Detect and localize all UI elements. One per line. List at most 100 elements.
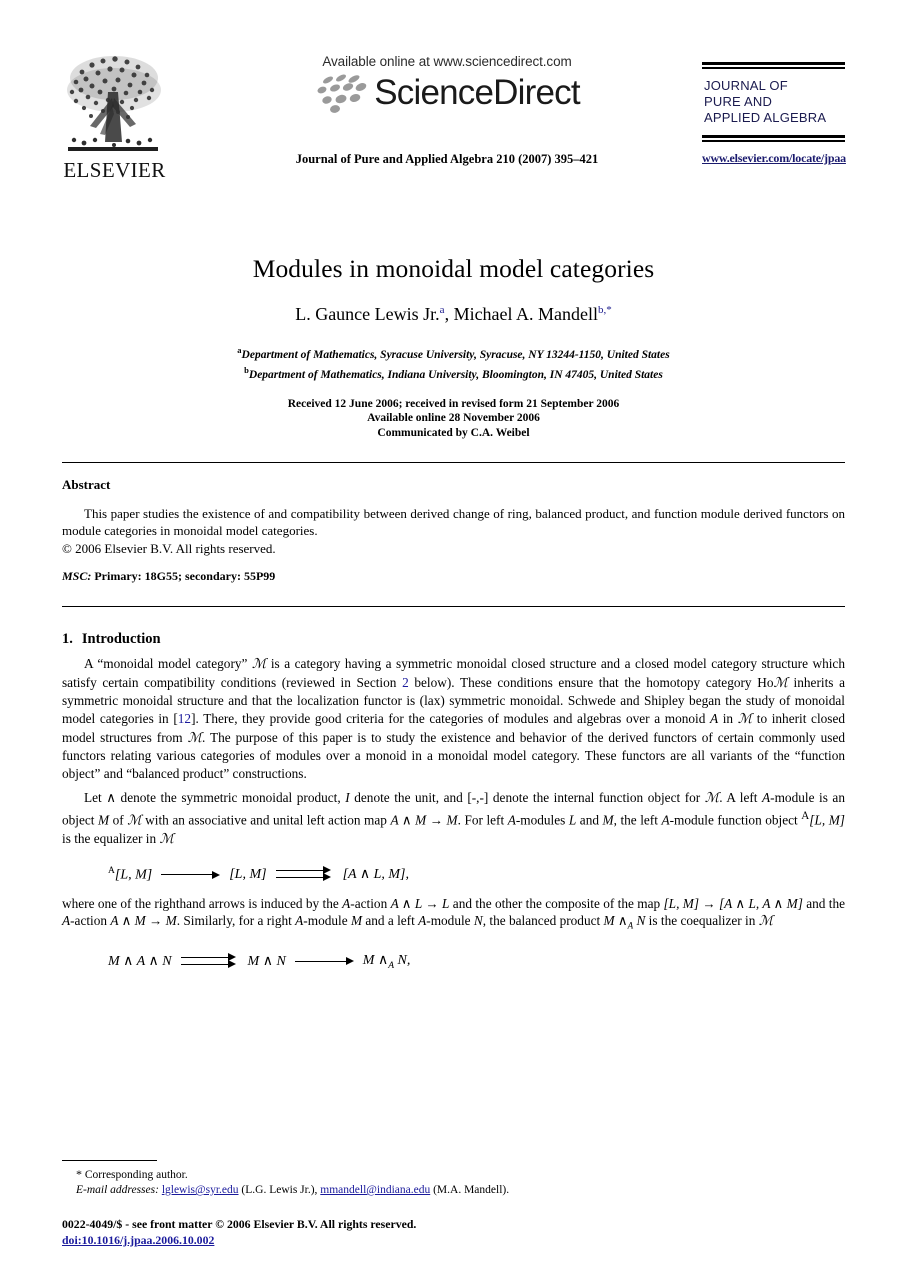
display-equation-1: A[L, M] [L, M] [A ∧ L, M],	[62, 862, 845, 888]
citation-link-12[interactable]: 12	[178, 711, 191, 726]
author-list: L. Gaunce Lewis Jr.a, Michael A. Mandell…	[62, 304, 845, 325]
corresponding-author-text: Corresponding author.	[84, 1169, 188, 1181]
symbol-script-m: ℳ	[737, 710, 753, 727]
affiliation-2: bDepartment of Mathematics, Indiana Univ…	[62, 363, 845, 383]
inline-map-lm: [L, M] → [A ∧ L, A ∧ M]	[663, 895, 803, 911]
affiliation-1: aDepartment of Mathematics, Syracuse Uni…	[62, 343, 845, 363]
journal-name-line-3: APPLIED ALGEBRA	[704, 110, 827, 125]
communicated-by: Communicated by C.A. Weibel	[377, 426, 530, 439]
symbol-italic-a: A	[709, 710, 719, 726]
paragraph-1: A “monoidal model category” ℳ is a categ…	[62, 655, 845, 782]
balanced-main: M ∧	[603, 913, 628, 929]
symbol-script-m: ℳ	[187, 729, 203, 746]
display-equation-2: M ∧ A ∧ N M ∧ N M ∧A N,	[62, 948, 845, 974]
paragraph-3: where one of the righthand arrows is ind…	[62, 895, 845, 936]
symbol-italic-m: M	[602, 812, 614, 828]
available-online-text: Available online at www.sciencedirect.co…	[322, 54, 572, 69]
eq2-term-3: M ∧A N,	[363, 952, 411, 971]
p2-seg-g: . For left	[457, 812, 508, 828]
elsevier-logo: ELSEVIER	[62, 48, 167, 183]
p3-seg-k: is the coequalizer in	[645, 913, 759, 929]
section-reference-link[interactable]: 2	[402, 675, 409, 690]
p2-seg-i: and	[576, 812, 603, 828]
p3-seg-f: . Similarly, for a right	[176, 913, 296, 929]
p3-seg-c: and the other the composite of the map	[449, 895, 664, 911]
elsevier-wordmark: ELSEVIER	[63, 158, 166, 182]
eq1-term-1-sup: A	[108, 865, 115, 876]
email-label: E-mail addresses:	[76, 1184, 159, 1196]
p2-seg-h: -modules	[515, 812, 569, 828]
author-name-1: L. Gaunce Lewis Jr.	[295, 304, 440, 324]
symbol-italic-n: N	[473, 913, 483, 929]
article-page: ELSEVIER Available online at www.science…	[0, 48, 907, 1286]
symbol-italic-m: M	[350, 913, 363, 929]
p1-seg-e: ]. There, they provide good criteria for…	[191, 710, 710, 726]
elsevier-tree-icon	[62, 48, 164, 156]
corresponding-author-note: * Corresponding author.	[62, 1167, 845, 1183]
symbol-italic-a: A	[661, 812, 670, 828]
balanced-tail: N	[633, 913, 646, 929]
issn-copyright-line: 0022-4049/$ - see front matter © 2006 El…	[62, 1217, 417, 1231]
eq1-term-2: [L, M]	[229, 866, 267, 882]
p2-seg-a: Let ∧ denote the symmetric monoidal prod…	[84, 790, 346, 806]
parallel-arrows-icon	[275, 866, 334, 882]
footnote-divider	[62, 1160, 157, 1161]
symbol-italic-a: A	[62, 913, 71, 929]
symbol-script-m: ℳ	[159, 830, 174, 847]
p2-seg-l: is the equalizer in	[62, 830, 160, 846]
journal-title-box: JOURNAL OF PURE AND APPLIED ALGEBRA www.…	[702, 62, 846, 166]
email-owner-2: (M.A. Mandell).	[430, 1184, 510, 1196]
msc-classification: MSC: Primary: 18G55; secondary: 55P99	[62, 569, 845, 584]
paragraph-2: Let ∧ denote the symmetric monoidal prod…	[62, 789, 845, 848]
journal-url-link[interactable]: www.elsevier.com/locate/jpaa	[702, 151, 846, 166]
abstract-divider-bottom	[62, 606, 845, 608]
inline-a-action-al: A ∧ L → L	[390, 895, 450, 911]
p3-seg-h: and a left	[362, 913, 419, 929]
symbol-italic-m: M	[98, 812, 110, 828]
p1-seg-f: in	[718, 710, 738, 726]
section-number: 1.	[62, 631, 73, 648]
p1-seg-a: A “monoidal model category”	[84, 656, 252, 672]
right-arrow-icon	[161, 870, 221, 879]
symbol-script-m: ℳ	[127, 812, 142, 829]
p2-seg-f: with an associative and unital left acti…	[141, 812, 391, 828]
page-header: ELSEVIER Available online at www.science…	[62, 48, 846, 198]
email-link-1[interactable]: lglewis@syr.edu	[162, 1184, 239, 1196]
affiliation-text-a: Department of Mathematics, Syracuse Univ…	[241, 348, 670, 361]
p2-seg-c: . A left	[719, 790, 763, 806]
p3-seg-a: where one of the righthand arrows is ind…	[62, 895, 343, 911]
inline-function-object: [L, M]	[809, 812, 845, 828]
journal-box-top-rule	[702, 62, 845, 69]
available-online-date: Available online 28 November 2006	[367, 412, 540, 425]
publication-dates: Received 12 June 2006; received in revis…	[62, 397, 845, 441]
affiliation-list: aDepartment of Mathematics, Syracuse Uni…	[62, 343, 845, 383]
abstract-copyright: © 2006 Elsevier B.V. All rights reserved…	[62, 541, 276, 557]
p3-seg-j: , the balanced product	[482, 913, 604, 929]
affiliation-text-b: Department of Mathematics, Indiana Unive…	[248, 368, 663, 381]
journal-box-bottom-rule	[702, 135, 845, 142]
symbol-script-m: ℳ	[773, 674, 788, 691]
section-title: Introduction	[81, 631, 161, 648]
journal-name-line-1: JOURNAL OF	[704, 78, 788, 93]
email-note: E-mail addresses: lglewis@syr.edu (L.G. …	[62, 1183, 845, 1198]
p2-seg-j: , the left	[613, 812, 662, 828]
received-date: Received 12 June 2006; received in revis…	[287, 397, 620, 410]
inline-balanced-product: M ∧A N	[603, 913, 646, 931]
p2-seg-k: -module function object	[669, 812, 802, 828]
eq1-term-1-main: [L, M]	[114, 867, 153, 883]
email-link-2[interactable]: mmandell@indiana.edu	[320, 1184, 430, 1196]
p2-seg-e: of	[109, 812, 128, 828]
journal-name-line-2: PURE AND	[704, 94, 773, 109]
sciencedirect-dots-icon	[317, 74, 367, 113]
doi-link[interactable]: doi:10.1016/j.jpaa.2006.10.002	[62, 1232, 845, 1248]
inline-action-map: A ∧ M → M	[390, 812, 458, 828]
section-heading-introduction: 1. Introduction	[62, 631, 845, 648]
p2-seg-b: denote the unit, and [-,-] denote the in…	[349, 790, 705, 806]
sciencedirect-block: Available online at www.sciencedirect.co…	[272, 54, 622, 113]
asterisk-marker: *	[76, 1167, 82, 1181]
eq2-term-1: M ∧ A ∧ N	[108, 953, 172, 969]
author-affiliation-marker-2[interactable]: b,*	[598, 304, 612, 316]
msc-label: MSC:	[62, 569, 92, 584]
eq2-term-2: M ∧ N	[247, 953, 286, 969]
right-arrow-icon	[294, 957, 354, 966]
